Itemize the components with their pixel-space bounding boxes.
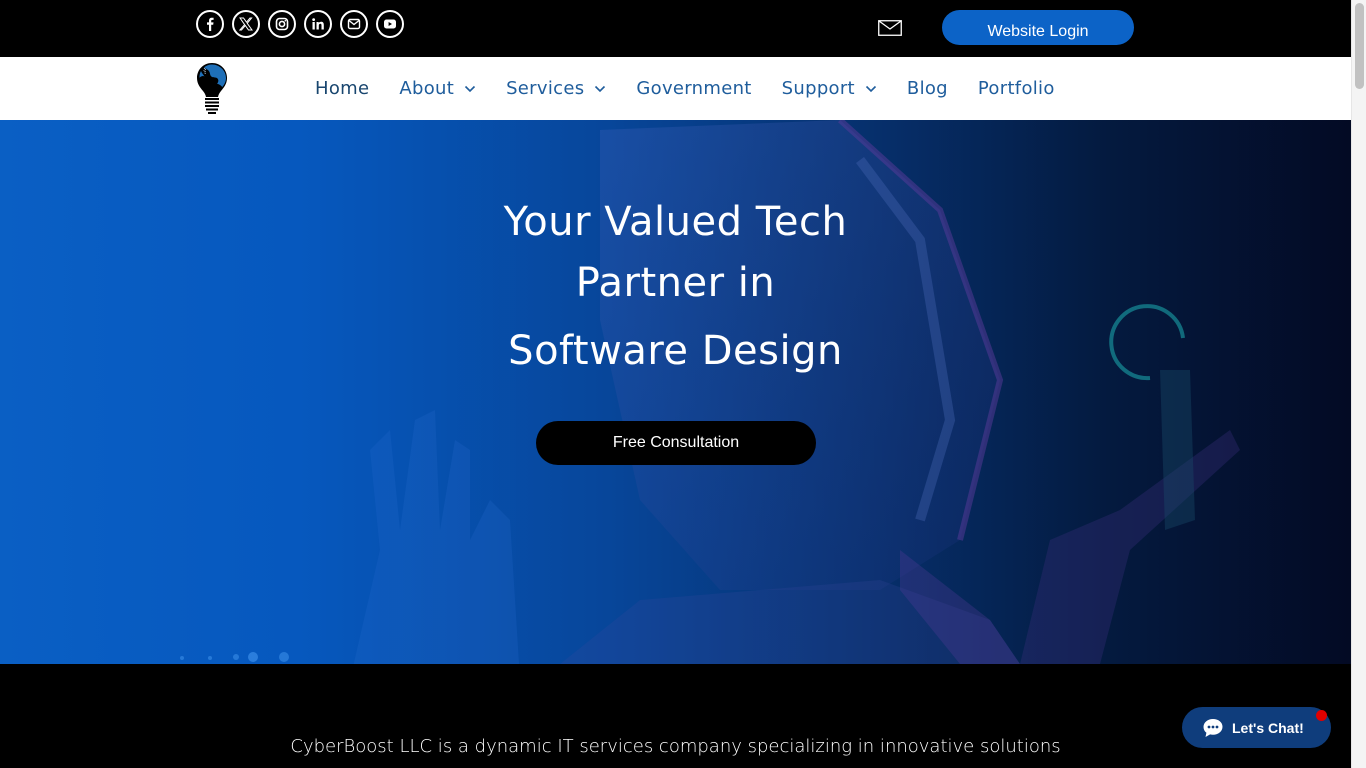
youtube-link[interactable] (376, 10, 404, 38)
scrollbar-thumb[interactable] (1355, 3, 1364, 89)
website-login-button[interactable]: Website Login (942, 10, 1134, 45)
nav-support-label: Support (781, 78, 855, 99)
primary-nav: Home About Services Government Support B… (315, 57, 1085, 120)
hero-section: Your Valued Tech Partner in Software Des… (0, 120, 1351, 664)
hero-title-line-2: Partner in (575, 260, 776, 306)
nav-services-label: Services (506, 78, 585, 99)
about-section: CyberBoost LLC is a dynamic IT services … (0, 664, 1351, 768)
nav-portfolio-label: Portfolio (977, 78, 1055, 99)
envelope-icon[interactable] (878, 20, 902, 36)
chevron-down-icon (865, 85, 876, 92)
x-link[interactable] (232, 10, 260, 38)
nav-home[interactable]: Home (315, 78, 369, 99)
email-link[interactable] (340, 10, 368, 38)
nav-about[interactable]: About (399, 78, 476, 99)
hero-title-line-1: Your Valued Tech (503, 199, 848, 245)
linkedin-icon (312, 18, 324, 30)
nav-home-label: Home (315, 78, 370, 99)
facebook-icon (207, 17, 214, 31)
nav-government-label: Government (636, 78, 752, 99)
instagram-icon (275, 17, 289, 31)
lightbulb-globe-logo[interactable] (195, 61, 229, 115)
lets-chat-button[interactable]: Let's Chat! (1182, 707, 1331, 748)
x-icon (239, 17, 253, 31)
top-bar: Website Login (0, 0, 1351, 57)
facebook-link[interactable] (196, 10, 224, 38)
youtube-icon (384, 19, 396, 29)
chat-bubble-icon (1203, 718, 1223, 737)
nav-government[interactable]: Government (636, 78, 751, 99)
main-navbar: Home About Services Government Support B… (0, 57, 1351, 120)
chevron-down-icon (465, 85, 476, 92)
chevron-down-icon (595, 85, 606, 92)
page-scrollbar[interactable] (1351, 0, 1366, 768)
social-links (196, 10, 404, 38)
hero-title-line-3: Software Design (508, 328, 843, 374)
instagram-link[interactable] (268, 10, 296, 38)
nav-services[interactable]: Services (506, 78, 606, 99)
nav-portfolio[interactable]: Portfolio (978, 78, 1055, 99)
nav-blog-label: Blog (906, 78, 948, 99)
chat-notification-dot (1316, 710, 1327, 721)
about-intro-text: CyberBoost LLC is a dynamic IT services … (290, 736, 1061, 757)
nav-blog[interactable]: Blog (907, 78, 948, 99)
chat-label: Let's Chat! (1232, 719, 1304, 736)
linkedin-link[interactable] (304, 10, 332, 38)
mail-icon (347, 18, 361, 30)
page: Website Login Home About Services Govern… (0, 0, 1351, 768)
free-consultation-button[interactable]: Free Consultation (536, 421, 816, 465)
nav-support[interactable]: Support (782, 78, 877, 99)
nav-about-label: About (399, 78, 455, 99)
